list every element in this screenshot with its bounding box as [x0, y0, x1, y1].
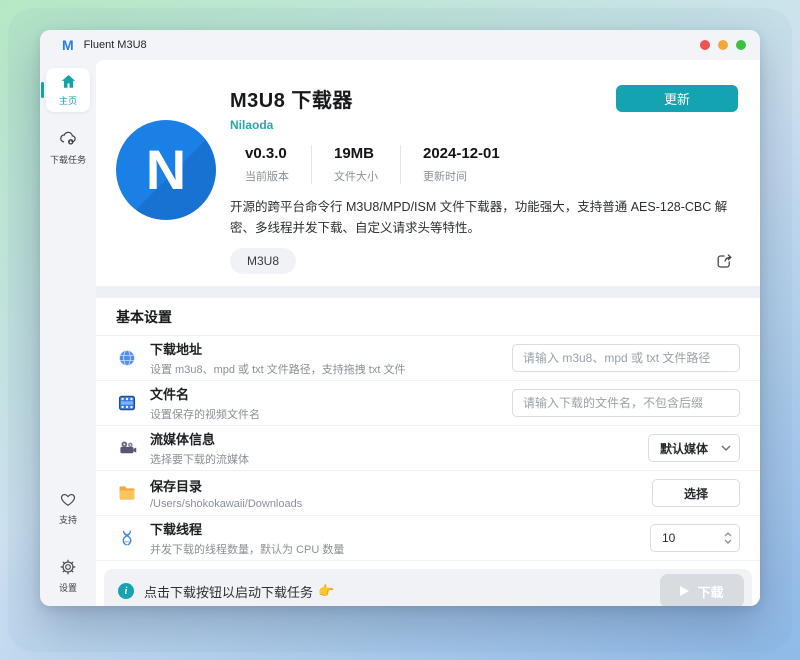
sidebar: 主页 下载任务: [40, 60, 96, 606]
sidebar-item-label: 设置: [59, 581, 77, 594]
thread-count-stepper[interactable]: [650, 524, 740, 552]
sidebar-item-label: 主页: [59, 94, 77, 107]
app-icon: N: [116, 120, 216, 220]
threads-icon: [116, 529, 138, 547]
window-close-button[interactable]: [700, 40, 710, 50]
heart-icon: [59, 491, 77, 510]
sidebar-item-home[interactable]: 主页: [46, 68, 90, 112]
footer-hint-bar: i 点击下载按钮以启动下载任务 👉 下载: [104, 569, 752, 606]
app-header: 更新 N M3U8 下载器 Nilaoda v0.3.0 当前版本: [96, 60, 760, 286]
film-icon: [116, 393, 138, 413]
projector-icon: [116, 439, 138, 458]
app-logo-icon: M: [62, 38, 74, 52]
media-select[interactable]: 默认媒体: [648, 434, 740, 462]
chevron-down-icon: [724, 539, 732, 544]
choose-directory-button[interactable]: 选择: [652, 479, 740, 507]
setting-row-threads: 下载线程 并发下载的线程数量，默认为 CPU 数量: [96, 516, 760, 561]
setting-desc: 选择要下载的流媒体: [150, 451, 249, 467]
hint-text: 点击下载按钮以启动下载任务: [144, 582, 313, 601]
setting-title: 下载线程: [150, 519, 344, 538]
setting-row-save-directory: 保存目录 /Users/shokokawaii/Downloads 选择: [96, 471, 760, 516]
cloud-download-icon: [58, 128, 78, 150]
window-minimize-button[interactable]: [718, 40, 728, 50]
sidebar-item-support[interactable]: 支持: [59, 491, 77, 526]
save-directory-path: /Users/shokokawaii/Downloads: [150, 498, 302, 510]
app-stats: v0.3.0 当前版本 19MB 文件大小 2024-12-01 更新时间: [230, 145, 736, 184]
app-window: M Fluent M3U8 主页: [40, 30, 760, 606]
chevron-up-icon: [724, 532, 732, 537]
stat-updated: 2024-12-01 更新时间: [400, 145, 522, 184]
info-icon: i: [118, 583, 134, 599]
setting-row-stream-info: 流媒体信息 选择要下载的流媒体 默认媒体: [96, 426, 760, 471]
basic-settings-section: 基本设置 下载地址 设置 m3u8、mpd 或 txt 文件路径，支持拖拽 tx…: [96, 298, 760, 561]
author-link[interactable]: Nilaoda: [230, 118, 273, 132]
download-url-input[interactable]: [512, 344, 740, 372]
home-icon: [60, 73, 77, 92]
media-select-value: 默认媒体: [660, 440, 708, 457]
gear-icon: [59, 558, 77, 578]
window-maximize-button[interactable]: [736, 40, 746, 50]
setting-row-download-url: 下载地址 设置 m3u8、mpd 或 txt 文件路径，支持拖拽 txt 文件: [96, 336, 760, 381]
setting-title: 流媒体信息: [150, 429, 249, 448]
thread-count-input[interactable]: [653, 531, 705, 545]
titlebar[interactable]: M Fluent M3U8: [40, 30, 760, 60]
pointing-hand-emoji: 👉: [318, 583, 334, 599]
setting-title: 保存目录: [150, 476, 302, 495]
sidebar-item-label: 下载任务: [50, 153, 86, 166]
stat-filesize: 19MB 文件大小: [311, 145, 400, 184]
setting-desc: 并发下载的线程数量，默认为 CPU 数量: [150, 541, 344, 557]
folder-icon: [116, 483, 138, 503]
tag-m3u8: M3U8: [230, 248, 296, 274]
setting-title: 文件名: [150, 384, 260, 403]
share-button[interactable]: [715, 252, 734, 271]
window-controls: [700, 40, 746, 50]
setting-row-filename: 文件名 设置保存的视频文件名: [96, 381, 760, 426]
main-content: 更新 N M3U8 下载器 Nilaoda v0.3.0 当前版本: [96, 60, 760, 606]
globe-icon: [116, 348, 138, 368]
setting-title: 下载地址: [150, 339, 405, 358]
sidebar-item-settings[interactable]: 设置: [59, 558, 77, 594]
update-button[interactable]: 更新: [616, 85, 738, 112]
stepper-arrows[interactable]: [724, 532, 732, 544]
app-icon-letter: N: [146, 142, 186, 198]
app-description: 开源的跨平台命令行 M3U8/MPD/ISM 文件下载器，功能强大，支持普通 A…: [230, 197, 736, 239]
download-button[interactable]: 下载: [660, 574, 744, 606]
play-icon: [680, 586, 689, 596]
chevron-down-icon: [721, 445, 731, 451]
share-icon: [715, 252, 734, 271]
setting-desc: 设置保存的视频文件名: [150, 406, 260, 422]
setting-desc: 设置 m3u8、mpd 或 txt 文件路径，支持拖拽 txt 文件: [150, 361, 405, 377]
download-button-label: 下载: [697, 582, 723, 601]
window-title: Fluent M3U8: [84, 39, 147, 51]
sidebar-item-download-tasks[interactable]: 下载任务: [50, 128, 86, 166]
section-divider: [96, 286, 760, 298]
sidebar-item-label: 支持: [59, 513, 77, 526]
stat-version: v0.3.0 当前版本: [230, 145, 311, 184]
section-title: 基本设置: [96, 298, 760, 336]
filename-input[interactable]: [512, 389, 740, 417]
